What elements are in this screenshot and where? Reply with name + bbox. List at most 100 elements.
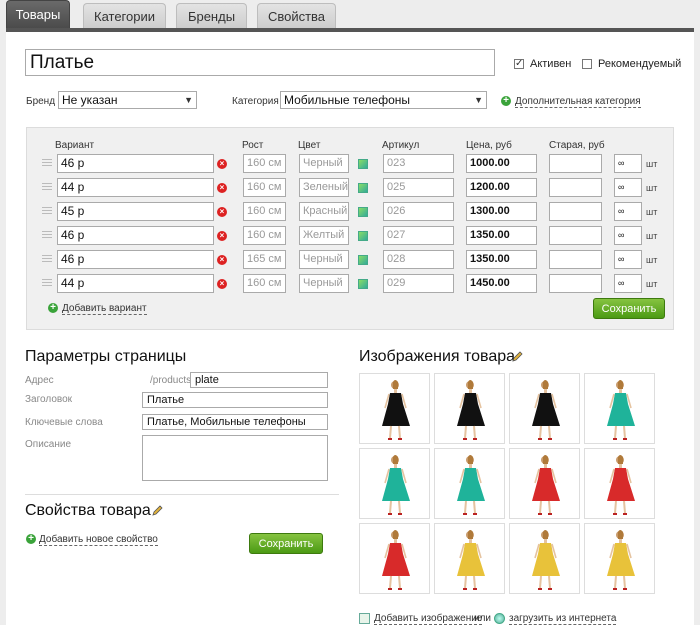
color-input[interactable]: Красный <box>299 202 349 221</box>
product-image-thumb[interactable] <box>434 373 505 444</box>
old-price-input[interactable] <box>549 274 602 293</box>
color-input[interactable]: Черный <box>299 250 349 269</box>
color-input[interactable]: Черный <box>299 274 349 293</box>
delete-icon[interactable]: × <box>217 255 227 265</box>
drag-handle-icon[interactable] <box>42 207 52 214</box>
old-price-input[interactable] <box>549 178 602 197</box>
sku-input[interactable]: 025 <box>383 178 454 197</box>
palette-icon[interactable] <box>358 279 368 289</box>
tab-categories[interactable]: Категории <box>83 3 166 28</box>
globe-icon[interactable] <box>494 613 505 624</box>
palette-icon[interactable] <box>358 159 368 169</box>
stock-input[interactable]: ∞ <box>614 226 642 245</box>
stock-input[interactable]: ∞ <box>614 250 642 269</box>
stock-input[interactable]: ∞ <box>614 274 642 293</box>
palette-icon[interactable] <box>358 183 368 193</box>
upload-from-internet-link[interactable]: загрузить из интернета <box>509 613 617 625</box>
color-input[interactable]: Черный <box>299 154 349 173</box>
old-price-input[interactable] <box>549 250 602 269</box>
category-select[interactable]: Мобильные телефоны ▼ <box>280 91 487 109</box>
sku-input[interactable]: 028 <box>383 250 454 269</box>
add-category-link[interactable]: Дополнительная категория <box>515 96 641 108</box>
variant-name-input[interactable]: 45 р <box>57 202 214 221</box>
sku-input[interactable]: 027 <box>383 226 454 245</box>
variant-name-input[interactable]: 46 р <box>57 250 214 269</box>
product-image-thumb[interactable] <box>509 448 580 519</box>
height-input[interactable]: 165 см <box>243 250 286 269</box>
variant-name-input[interactable]: 46 р <box>57 154 214 173</box>
palette-icon[interactable] <box>358 207 368 217</box>
delete-icon[interactable]: × <box>217 207 227 217</box>
variant-name-input[interactable]: 44 р <box>57 274 214 293</box>
product-image-thumb[interactable] <box>584 523 655 594</box>
featured-checkbox[interactable] <box>582 59 592 69</box>
product-image-thumb[interactable] <box>359 448 430 519</box>
delete-icon[interactable]: × <box>217 183 227 193</box>
save-variants-button[interactable]: Сохранить <box>593 298 665 319</box>
save-properties-button[interactable]: Сохранить <box>249 533 323 554</box>
old-price-input[interactable] <box>549 202 602 221</box>
price-input[interactable]: 1450.00 <box>466 274 537 293</box>
sku-input[interactable]: 023 <box>383 154 454 173</box>
product-image-thumb[interactable] <box>509 523 580 594</box>
tab-brands[interactable]: Бренды <box>176 3 247 28</box>
add-variant-link[interactable]: Добавить вариант <box>62 303 147 315</box>
delete-icon[interactable]: × <box>217 279 227 289</box>
drag-handle-icon[interactable] <box>42 279 52 286</box>
drag-handle-icon[interactable] <box>42 231 52 238</box>
height-input[interactable]: 160 см <box>243 226 286 245</box>
stock-input[interactable]: ∞ <box>614 178 642 197</box>
product-image-thumb[interactable] <box>359 523 430 594</box>
price-input[interactable]: 1350.00 <box>466 250 537 269</box>
product-image-thumb[interactable] <box>584 448 655 519</box>
height-input[interactable]: 160 см <box>243 202 286 221</box>
add-image-link[interactable]: Добавить изображение <box>374 613 483 625</box>
price-input[interactable]: 1200.00 <box>466 178 537 197</box>
drag-handle-icon[interactable] <box>42 159 52 166</box>
plus-icon[interactable]: + <box>501 96 511 106</box>
price-input[interactable]: 1350.00 <box>466 226 537 245</box>
palette-icon[interactable] <box>358 255 368 265</box>
height-input[interactable]: 160 см <box>243 154 286 173</box>
stock-input[interactable]: ∞ <box>614 154 642 173</box>
product-image-thumb[interactable] <box>434 448 505 519</box>
old-price-input[interactable] <box>549 154 602 173</box>
description-textarea[interactable] <box>142 435 328 481</box>
color-input[interactable]: Желтый <box>299 226 349 245</box>
pencil-icon[interactable] <box>511 351 523 363</box>
product-image-thumb[interactable] <box>359 373 430 444</box>
product-image-thumb[interactable] <box>584 373 655 444</box>
keywords-input[interactable]: Платье, Мобильные телефоны <box>142 414 328 430</box>
product-image-thumb[interactable] <box>509 373 580 444</box>
drag-handle-icon[interactable] <box>42 183 52 190</box>
plus-icon[interactable]: + <box>26 534 36 544</box>
sku-input[interactable]: 029 <box>383 274 454 293</box>
variant-name-input[interactable]: 46 р <box>57 226 214 245</box>
sku-input[interactable]: 026 <box>383 202 454 221</box>
plus-icon[interactable]: + <box>48 303 58 313</box>
price-input[interactable]: 1000.00 <box>466 154 537 173</box>
description-label: Описание <box>25 439 72 450</box>
height-input[interactable]: 160 см <box>243 178 286 197</box>
brand-select[interactable]: Не указан ▼ <box>58 91 197 109</box>
address-input[interactable]: plate <box>190 372 328 388</box>
tab-products[interactable]: Товары <box>6 0 70 28</box>
active-checkbox[interactable]: ✓ <box>514 59 524 69</box>
stock-input[interactable]: ∞ <box>614 202 642 221</box>
pencil-icon[interactable] <box>151 505 163 517</box>
image-add-icon[interactable] <box>359 613 370 624</box>
tab-properties[interactable]: Свойства <box>257 3 336 28</box>
palette-icon[interactable] <box>358 231 368 241</box>
color-input[interactable]: Зеленый <box>299 178 349 197</box>
product-image-thumb[interactable] <box>434 523 505 594</box>
price-input[interactable]: 1300.00 <box>466 202 537 221</box>
add-property-link[interactable]: Добавить новое свойство <box>39 534 158 546</box>
heading-input[interactable]: Платье <box>142 392 328 408</box>
old-price-input[interactable] <box>549 226 602 245</box>
height-input[interactable]: 160 см <box>243 274 286 293</box>
variant-name-input[interactable]: 44 р <box>57 178 214 197</box>
product-name-input[interactable]: Платье <box>25 49 495 76</box>
delete-icon[interactable]: × <box>217 159 227 169</box>
delete-icon[interactable]: × <box>217 231 227 241</box>
drag-handle-icon[interactable] <box>42 255 52 262</box>
